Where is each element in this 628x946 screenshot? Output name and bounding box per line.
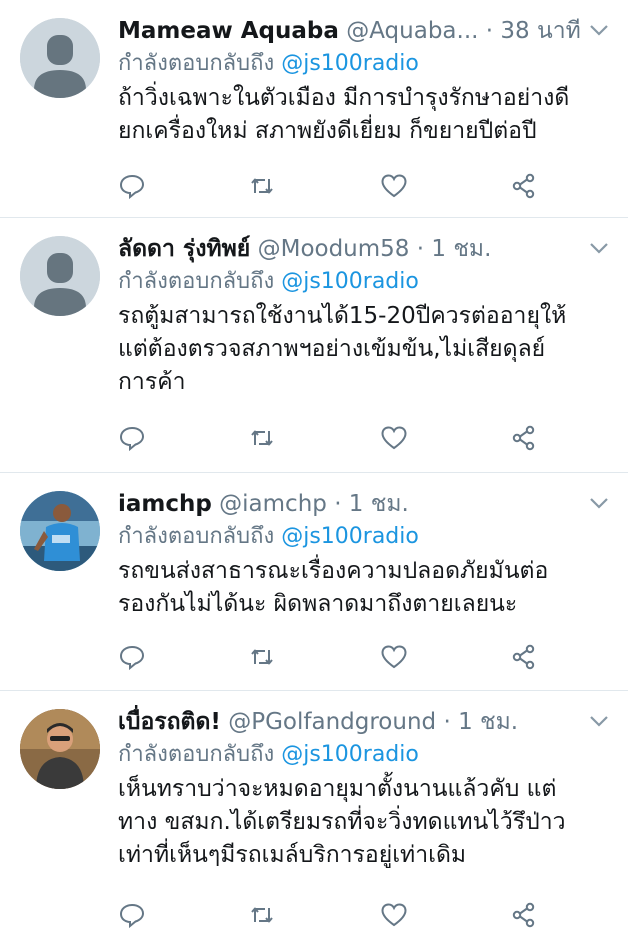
like-icon (381, 426, 407, 450)
user-handle[interactable]: @Moodum58 (258, 236, 410, 262)
tweet-text-line: ถ้าวิ่งเฉพาะในตัวเมือง มีการบำรุงรักษาอย… (118, 85, 570, 111)
reply-context: กำลังตอบกลับถึง @js100radio (118, 521, 608, 553)
like-button[interactable] (380, 643, 410, 673)
timestamp[interactable]: · 1 ชม. (443, 709, 518, 735)
tweet-actions (118, 424, 588, 454)
like-icon (381, 645, 407, 669)
reply-context: กำลังตอบกลับถึง @js100radio (118, 48, 608, 80)
like-icon (381, 174, 407, 198)
like-icon (381, 903, 407, 927)
tweet-header: ลัดดา รุ่งทิพย์ @Moodum58 · 1 ชม. (118, 232, 608, 266)
tweet-text-line: ทาง ขสมก.ได้เตรียมรถที่จะวิ่งทดแทนไว้รึป… (118, 809, 566, 835)
tweet-actions (118, 901, 588, 931)
share-icon (512, 173, 535, 199)
user-handle[interactable]: @PGolfandground (228, 709, 436, 735)
avatar[interactable] (20, 236, 100, 316)
share-button[interactable] (510, 643, 540, 673)
tweet-text-line: เท่าที่เห็นๆมีรถเมล์บริการอยู่เท่าเดิม (118, 842, 467, 868)
tweet-text-line: ยกเครื่องใหม่ สภาพยังดีเยี่ยม ก็ขยายปีต่… (118, 118, 537, 144)
reply-prefix: กำลังตอบกลับถึง (118, 269, 275, 294)
share-button[interactable] (510, 172, 540, 202)
tweet-text-line: รถตู้มสามารถใช้งานได้15-20ปีควรต่ออายุให… (118, 303, 567, 329)
reply-icon (119, 903, 145, 929)
display-name[interactable]: เบื่อรถติด! (118, 709, 221, 735)
display-name[interactable]: ลัดดา รุ่งทิพย์ (118, 236, 250, 262)
like-button[interactable] (380, 424, 410, 454)
default-avatar-icon (20, 236, 100, 316)
tweet-text-line: แต่ต้องตรวจสภาพฯอย่างเข้มข้น,ไม่เสียดุลย… (118, 336, 546, 362)
runner-photo (20, 491, 100, 571)
tweet-text: รถขนส่งสาธารณะเรื่องความปลอดภัยมันต่อ รอ… (118, 555, 608, 621)
reply-prefix: กำลังตอบกลับถึง (118, 524, 275, 549)
like-button[interactable] (380, 901, 410, 931)
man-portrait-photo (20, 709, 100, 789)
share-icon (512, 425, 535, 451)
tweet-text-line: รถขนส่งสาธารณะเรื่องความปลอดภัยมันต่อ (118, 558, 549, 584)
retweet-button[interactable] (248, 172, 278, 202)
like-button[interactable] (380, 172, 410, 202)
mention-link[interactable]: @js100radio (281, 742, 419, 767)
timestamp[interactable]: · 1 ชม. (334, 491, 409, 517)
tweet[interactable]: ลัดดา รุ่งทิพย์ @Moodum58 · 1 ชม. กำลังต… (0, 218, 628, 473)
display-name[interactable]: iamchp (118, 491, 212, 517)
retweet-icon (251, 430, 273, 446)
tweet-actions (118, 643, 588, 673)
avatar[interactable] (20, 491, 100, 571)
reply-icon (119, 174, 145, 200)
reply-button[interactable] (118, 643, 148, 673)
tweet[interactable]: Mameaw Aquaba @Aquaba... · 38 นาที กำลัง… (0, 0, 628, 218)
mention-link[interactable]: @js100radio (281, 51, 419, 76)
reply-prefix: กำลังตอบกลับถึง (118, 742, 275, 767)
retweet-button[interactable] (248, 643, 278, 673)
reply-button[interactable] (118, 424, 148, 454)
tweet[interactable]: เบื่อรถติด! @PGolfandground · 1 ชม. กำลั… (0, 691, 628, 946)
tweet-header: iamchp @iamchp · 1 ชม. (118, 487, 608, 521)
reply-button[interactable] (118, 172, 148, 202)
avatar[interactable] (20, 709, 100, 789)
tweet-text: เห็นทราบว่าจะหมดอายุมาตั้งนานแล้วคับ แต่… (118, 773, 608, 872)
reply-context: กำลังตอบกลับถึง @js100radio (118, 739, 608, 771)
share-icon (512, 902, 535, 928)
reply-icon (119, 426, 145, 452)
tweet-text: รถตู้มสามารถใช้งานได้15-20ปีควรต่ออายุให… (118, 300, 608, 399)
reply-prefix: กำลังตอบกลับถึง (118, 51, 275, 76)
retweet-icon (251, 649, 273, 665)
avatar[interactable] (20, 18, 100, 98)
share-button[interactable] (510, 901, 540, 931)
tweet-header: Mameaw Aquaba @Aquaba... · 38 นาที (118, 14, 608, 48)
tweet-text-line: เห็นทราบว่าจะหมดอายุมาตั้งนานแล้วคับ แต่ (118, 776, 557, 802)
display-name[interactable]: Mameaw Aquaba (118, 18, 339, 44)
mention-link[interactable]: @js100radio (281, 269, 419, 294)
tweet-actions (118, 172, 588, 202)
reply-button[interactable] (118, 901, 148, 931)
tweet-header: เบื่อรถติด! @PGolfandground · 1 ชม. (118, 705, 608, 739)
user-handle[interactable]: @iamchp (219, 491, 327, 517)
retweet-icon (251, 907, 273, 923)
retweet-icon (251, 178, 273, 194)
share-button[interactable] (510, 424, 540, 454)
retweet-button[interactable] (248, 901, 278, 931)
tweet[interactable]: iamchp @iamchp · 1 ชม. กำลังตอบกลับถึง @… (0, 473, 628, 691)
tweet-text: ถ้าวิ่งเฉพาะในตัวเมือง มีการบำรุงรักษาอย… (118, 82, 608, 148)
mention-link[interactable]: @js100radio (281, 524, 419, 549)
reply-context: กำลังตอบกลับถึง @js100radio (118, 266, 608, 298)
reply-icon (119, 645, 145, 671)
share-icon (512, 644, 535, 670)
tweet-text-line: การค้า (118, 369, 186, 395)
default-avatar-icon (20, 18, 100, 98)
timestamp[interactable]: · 38 นาที (486, 18, 581, 44)
tweet-text-line: รองกันไม่ได้นะ ผิดพลาดมาถึงตายเลยนะ (118, 591, 518, 617)
retweet-button[interactable] (248, 424, 278, 454)
user-handle[interactable]: @Aquaba... (346, 18, 478, 44)
timestamp[interactable]: · 1 ชม. (417, 236, 492, 262)
